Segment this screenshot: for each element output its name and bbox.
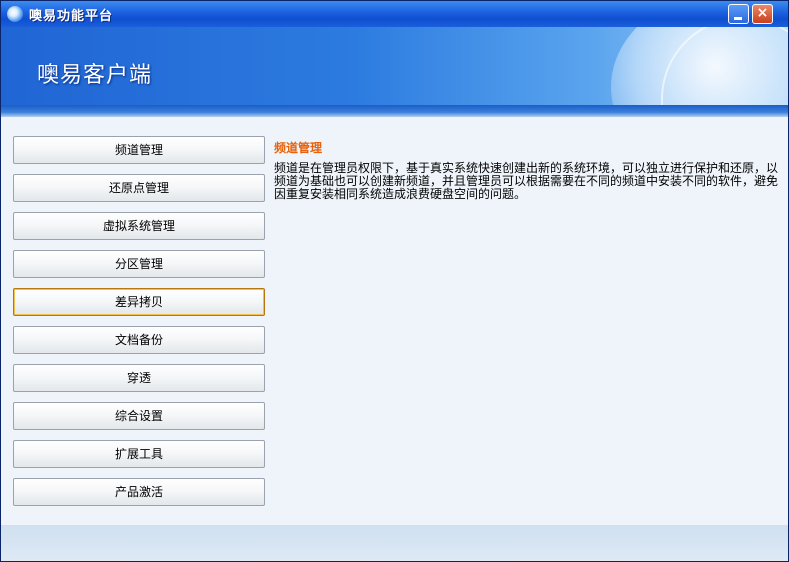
banner-divider	[1, 105, 788, 117]
window-title: 噢易功能平台	[29, 9, 114, 24]
title-bar[interactable]: 噢易功能平台 ×	[1, 1, 788, 27]
nav-button-extension-tools[interactable]: 扩展工具	[13, 440, 265, 468]
app-globe-icon[interactable]	[7, 6, 23, 22]
nav-button-product-activation[interactable]: 产品激活	[13, 478, 265, 506]
nav-button-diff-copy[interactable]: 差异拷贝	[13, 288, 265, 316]
nav-button-channel-management[interactable]: 频道管理	[13, 136, 265, 164]
footer-bar	[1, 525, 788, 561]
nav-button-document-backup[interactable]: 文档备份	[13, 326, 265, 354]
nav-button-partition-management[interactable]: 分区管理	[13, 250, 265, 278]
banner-title: 噢易客户端	[37, 63, 153, 88]
nav-button-general-settings[interactable]: 综合设置	[13, 402, 265, 430]
app-window: 噢易功能平台 × 噢易客户端 频道管理 还原点管理 虚拟系统管理 分区管理 差异…	[0, 0, 789, 562]
nav-button-penetrate[interactable]: 穿透	[13, 364, 265, 392]
nav-button-restore-point-management[interactable]: 还原点管理	[13, 174, 265, 202]
minimize-button[interactable]	[728, 4, 749, 24]
nav-button-virtual-system-management[interactable]: 虚拟系统管理	[13, 212, 265, 240]
close-button[interactable]: ×	[752, 4, 773, 24]
header-banner: 噢易客户端	[1, 27, 788, 105]
content-title: 频道管理	[274, 141, 323, 155]
content-description: 频道是在管理员权限下，基于真实系统快速创建出新的系统环境，可以独立进行保护和还原…	[274, 161, 779, 201]
